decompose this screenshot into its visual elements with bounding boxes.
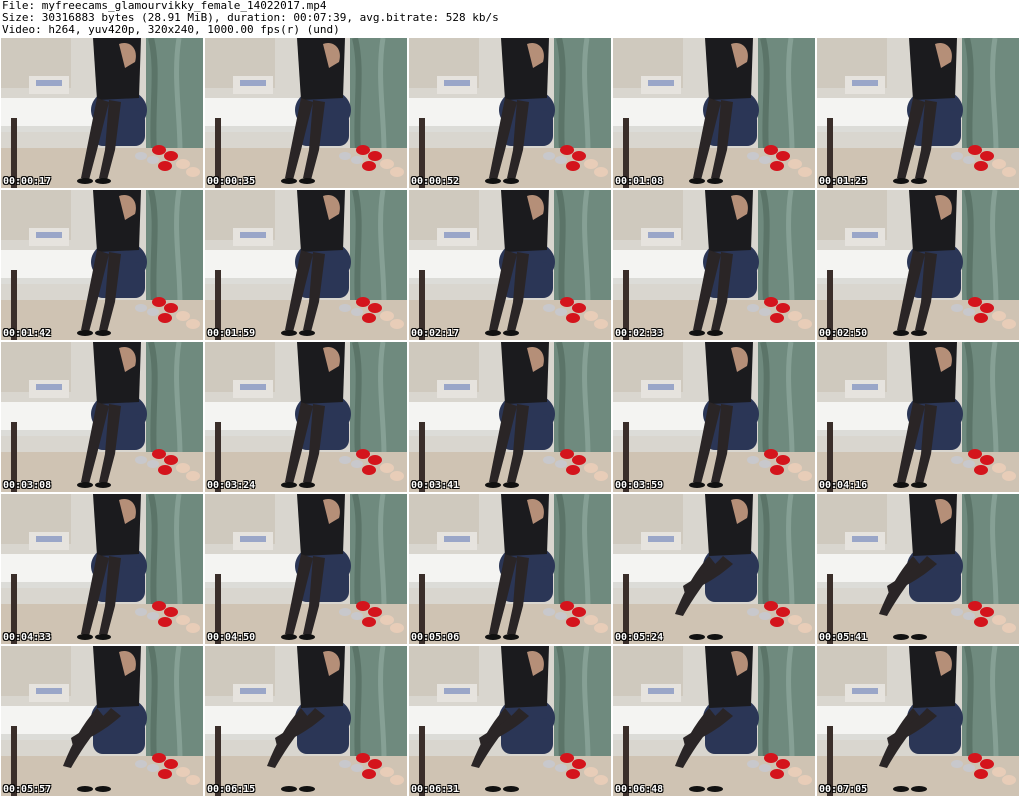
thumbnail-frame: 00:03:08 [1,342,203,492]
video-frame-image [613,342,815,492]
thumbnail-frame: 00:04:50 [205,494,407,644]
thumbnail-frame: 00:00:17 [1,38,203,188]
thumbnail-frame: 00:02:17 [409,190,611,340]
video-frame-image [1,342,203,492]
timestamp-label: 00:05:57 [3,784,52,795]
timestamp-label: 00:05:41 [819,632,868,643]
video-frame-image [409,646,611,796]
timestamp-label: 00:04:33 [3,632,52,643]
video-frame-image [613,190,815,340]
thumbnail-frame: 00:06:31 [409,646,611,796]
timestamp-label: 00:05:06 [411,632,460,643]
thumbnail-frame: 00:05:24 [613,494,815,644]
thumbnail-frame: 00:07:05 [817,646,1019,796]
thumbnail-frame: 00:05:57 [1,646,203,796]
timestamp-label: 00:07:05 [819,784,868,795]
video-frame-image [409,494,611,644]
video-frame-image [613,646,815,796]
video-frame-image [205,342,407,492]
video-frame-image [1,190,203,340]
thumbnail-frame: 00:03:41 [409,342,611,492]
video-frame-image [409,342,611,492]
thumbnail-frame: 00:06:48 [613,646,815,796]
video-frame-image [817,190,1019,340]
video-frame-image [409,190,611,340]
thumbnail-frame: 00:01:42 [1,190,203,340]
thumbnail-frame: 00:02:33 [613,190,815,340]
timestamp-label: 00:05:24 [615,632,664,643]
video-frame-image [817,494,1019,644]
video-frame-image [1,494,203,644]
timestamp-label: 00:06:48 [615,784,664,795]
thumbnail-frame: 00:05:06 [409,494,611,644]
timestamp-label: 00:03:08 [3,480,52,491]
thumbnail-frame: 00:01:25 [817,38,1019,188]
timestamp-label: 00:01:25 [819,176,868,187]
timestamp-label: 00:06:31 [411,784,460,795]
timestamp-label: 00:04:50 [207,632,256,643]
video-frame-image [817,38,1019,188]
timestamp-label: 00:04:16 [819,480,868,491]
thumbnail-frame: 00:05:41 [817,494,1019,644]
video-frame-image [613,38,815,188]
video-info-line: Video: h264, yuv420p, 320x240, 1000.00 f… [2,23,340,36]
thumbnail-frame: 00:01:59 [205,190,407,340]
video-frame-image [409,38,611,188]
thumbnail-frame: 00:04:33 [1,494,203,644]
video-frame-image [205,190,407,340]
video-frame-image [205,646,407,796]
timestamp-label: 00:06:15 [207,784,256,795]
thumbnail-frame: 00:02:50 [817,190,1019,340]
video-frame-image [1,646,203,796]
thumbnail-frame: 00:03:59 [613,342,815,492]
timestamp-label: 00:02:50 [819,328,868,339]
timestamp-label: 00:01:42 [3,328,52,339]
timestamp-label: 00:00:52 [411,176,460,187]
video-frame-image [817,646,1019,796]
timestamp-label: 00:00:35 [207,176,256,187]
timestamp-label: 00:02:17 [411,328,460,339]
thumbnail-frame: 00:00:52 [409,38,611,188]
thumbnail-frame: 00:00:35 [205,38,407,188]
thumbnail-frame: 00:06:15 [205,646,407,796]
timestamp-label: 00:03:41 [411,480,460,491]
timestamp-label: 00:03:24 [207,480,256,491]
timestamp-label: 00:02:33 [615,328,664,339]
thumbnail-frame: 00:03:24 [205,342,407,492]
timestamp-label: 00:01:59 [207,328,256,339]
video-frame-image [1,38,203,188]
thumbnail-grid: 00:00:17 00:00:35 00:00:52 00:01:08 00:0… [1,38,1023,798]
video-frame-image [205,494,407,644]
video-frame-image [817,342,1019,492]
thumbnail-frame: 00:04:16 [817,342,1019,492]
timestamp-label: 00:03:59 [615,480,664,491]
file-info-header: File: myfreecams_glamourvikky_female_140… [2,0,499,36]
thumbnail-frame: 00:01:08 [613,38,815,188]
timestamp-label: 00:01:08 [615,176,664,187]
video-frame-image [613,494,815,644]
video-frame-image [205,38,407,188]
timestamp-label: 00:00:17 [3,176,52,187]
